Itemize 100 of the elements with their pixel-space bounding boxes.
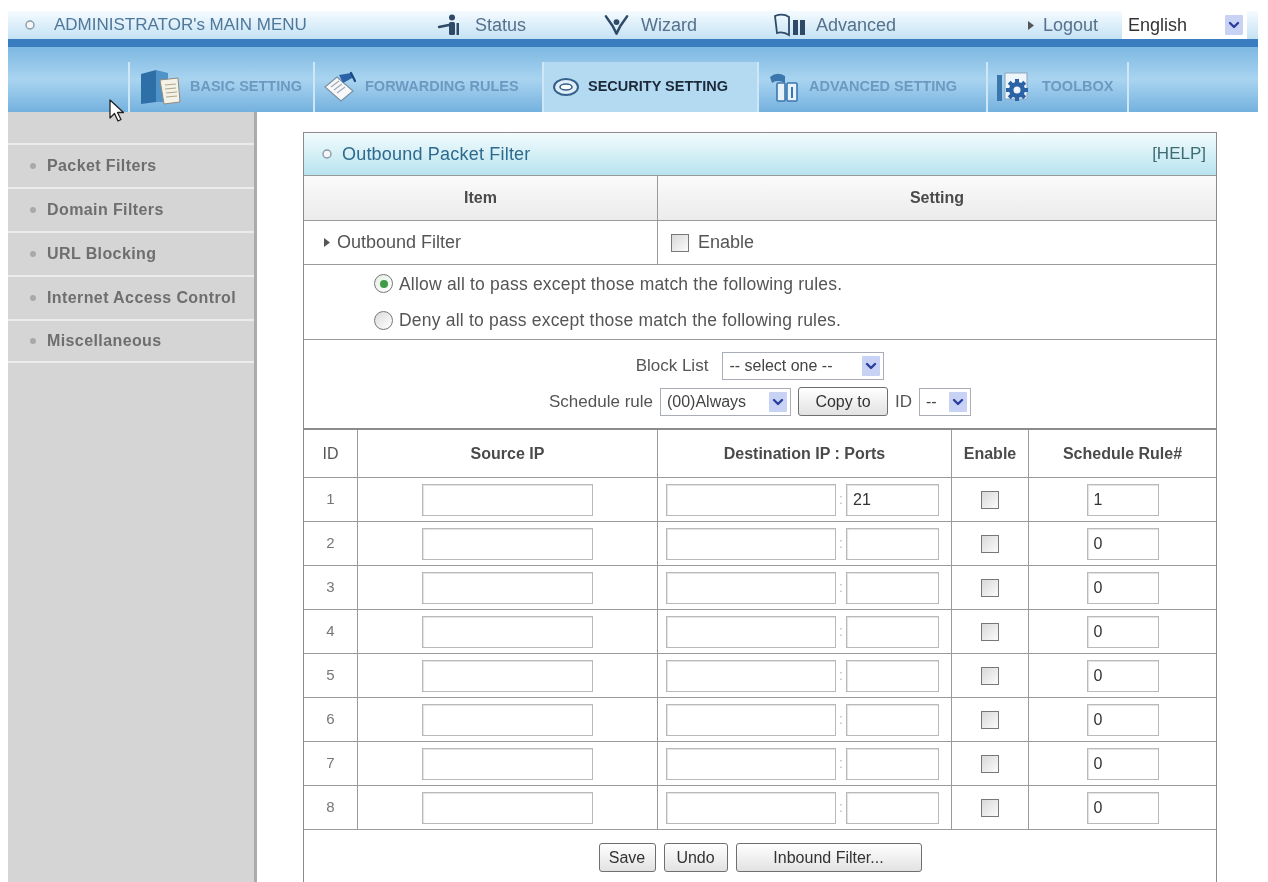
source-ip-field[interactable] — [422, 571, 593, 604]
id-select[interactable]: -- — [919, 387, 971, 416]
port-separator: : — [838, 666, 844, 685]
button[interactable]: Undo — [663, 843, 728, 872]
table-cell-text: 5 — [326, 665, 335, 686]
chevron-down-icon — [949, 391, 967, 412]
port-field[interactable] — [846, 615, 939, 648]
source-ip-field[interactable] — [422, 747, 593, 780]
schedule-rule-field[interactable]: 1 — [1086, 483, 1159, 516]
copy-to-button[interactable]: Copy to — [798, 387, 888, 416]
panel-title: Outbound Packet Filter — [342, 142, 531, 166]
table-cell-text: 1 — [326, 489, 335, 510]
language-select[interactable]: English — [1122, 11, 1247, 39]
pencil-paper-icon — [323, 71, 357, 103]
source-ip-field[interactable] — [422, 659, 593, 692]
ring-bullet-icon — [25, 20, 35, 30]
port-separator: : — [838, 622, 844, 641]
books-icon — [767, 71, 801, 103]
block-list-label: Block List — [635, 355, 709, 378]
destination-ip-field[interactable] — [666, 747, 836, 780]
chevron-down-icon — [862, 356, 881, 376]
checkbox[interactable] — [981, 578, 999, 597]
button[interactable]: Save — [598, 843, 656, 872]
checkbox[interactable] — [981, 622, 999, 641]
source-ip-field[interactable] — [422, 527, 593, 560]
column-header: Destination IP : Ports — [723, 443, 886, 464]
port-field[interactable] — [846, 527, 939, 560]
source-ip-field[interactable] — [422, 483, 593, 516]
menu-link[interactable]: Wizard — [604, 11, 697, 39]
port-field[interactable] — [846, 659, 939, 692]
port-separator: : — [838, 710, 844, 729]
books-icon — [773, 13, 807, 37]
table-cell-text: 8 — [326, 797, 335, 818]
destination-ip-field[interactable] — [666, 527, 836, 560]
bullet-icon — [30, 338, 36, 344]
bullet-icon — [30, 207, 36, 213]
button[interactable]: Inbound Filter... — [735, 843, 922, 872]
help-link[interactable]: [HELP] — [1152, 141, 1206, 167]
port-field[interactable]: 21 — [846, 483, 939, 516]
schedule-rule-field[interactable]: 0 — [1086, 571, 1159, 604]
schedule-rule-label: Schedule rule — [549, 390, 653, 413]
port-field[interactable] — [846, 747, 939, 780]
menu-link[interactable]: Status — [437, 11, 527, 39]
radio-button[interactable] — [374, 310, 393, 330]
destination-ip-field[interactable] — [666, 703, 836, 736]
bullet-icon — [30, 295, 36, 301]
schedule-rule-field[interactable]: 0 — [1086, 747, 1159, 780]
source-ip-field[interactable] — [422, 791, 593, 824]
destination-ip-field[interactable] — [666, 483, 836, 516]
port-separator: : — [838, 578, 844, 597]
column-header: Enable — [963, 443, 1017, 464]
table-cell-text: 2 — [326, 533, 335, 554]
source-ip-field[interactable] — [422, 615, 593, 648]
source-ip-field[interactable] — [422, 703, 593, 736]
logout-link[interactable]: Logout — [1028, 11, 1099, 39]
table-cell-text: 7 — [326, 753, 335, 774]
ring-bullet-icon — [322, 149, 332, 159]
tab[interactable]: SECURITY SETTING — [542, 62, 757, 112]
destination-ip-field[interactable] — [666, 659, 836, 692]
destination-ip-field[interactable] — [666, 791, 836, 824]
column-header: Schedule Rule# — [1062, 443, 1183, 464]
ring-icon — [552, 77, 580, 97]
bullet-icon — [30, 251, 36, 257]
port-field[interactable] — [846, 703, 939, 736]
book-icon — [138, 68, 182, 106]
person-arms-up-icon — [604, 14, 629, 36]
outbound-filter-label: Outbound Filter — [337, 231, 462, 254]
port-field[interactable] — [846, 791, 939, 824]
schedule-rule-field[interactable]: 0 — [1086, 791, 1159, 824]
radio-button[interactable] — [374, 274, 393, 294]
destination-ip-field[interactable] — [666, 615, 836, 648]
table-cell-text: 4 — [326, 621, 335, 642]
menu-link[interactable]: Advanced — [773, 11, 897, 39]
column-header: Source IP — [470, 443, 545, 464]
checkbox[interactable] — [981, 754, 999, 773]
schedule-rule-field[interactable]: 0 — [1086, 659, 1159, 692]
table-cell-text: 3 — [326, 577, 335, 598]
checkbox[interactable] — [981, 666, 999, 685]
id-label: ID — [895, 390, 912, 413]
checkbox[interactable] — [981, 798, 999, 817]
checkbox[interactable] — [981, 490, 999, 509]
schedule-rule-select[interactable]: (00)Always — [660, 387, 791, 416]
column-header: Item — [464, 188, 497, 208]
chevron-down-icon — [1225, 15, 1243, 35]
port-separator: : — [838, 798, 844, 817]
bullet-icon — [30, 163, 36, 169]
schedule-rule-field[interactable]: 0 — [1086, 703, 1159, 736]
chevron-down-icon — [769, 391, 787, 412]
checkbox[interactable] — [981, 534, 999, 553]
port-separator: : — [838, 534, 844, 553]
port-field[interactable] — [846, 571, 939, 604]
destination-ip-field[interactable] — [666, 571, 836, 604]
checkbox[interactable] — [671, 233, 689, 252]
block-list-select[interactable]: -- select one -- — [722, 352, 885, 380]
schedule-rule-field[interactable]: 0 — [1086, 527, 1159, 560]
triangle-right-icon — [1028, 20, 1034, 30]
port-separator: : — [838, 754, 844, 773]
checkbox[interactable] — [981, 710, 999, 729]
schedule-rule-field[interactable]: 0 — [1086, 615, 1159, 648]
mouse-pointer-icon — [109, 99, 125, 123]
